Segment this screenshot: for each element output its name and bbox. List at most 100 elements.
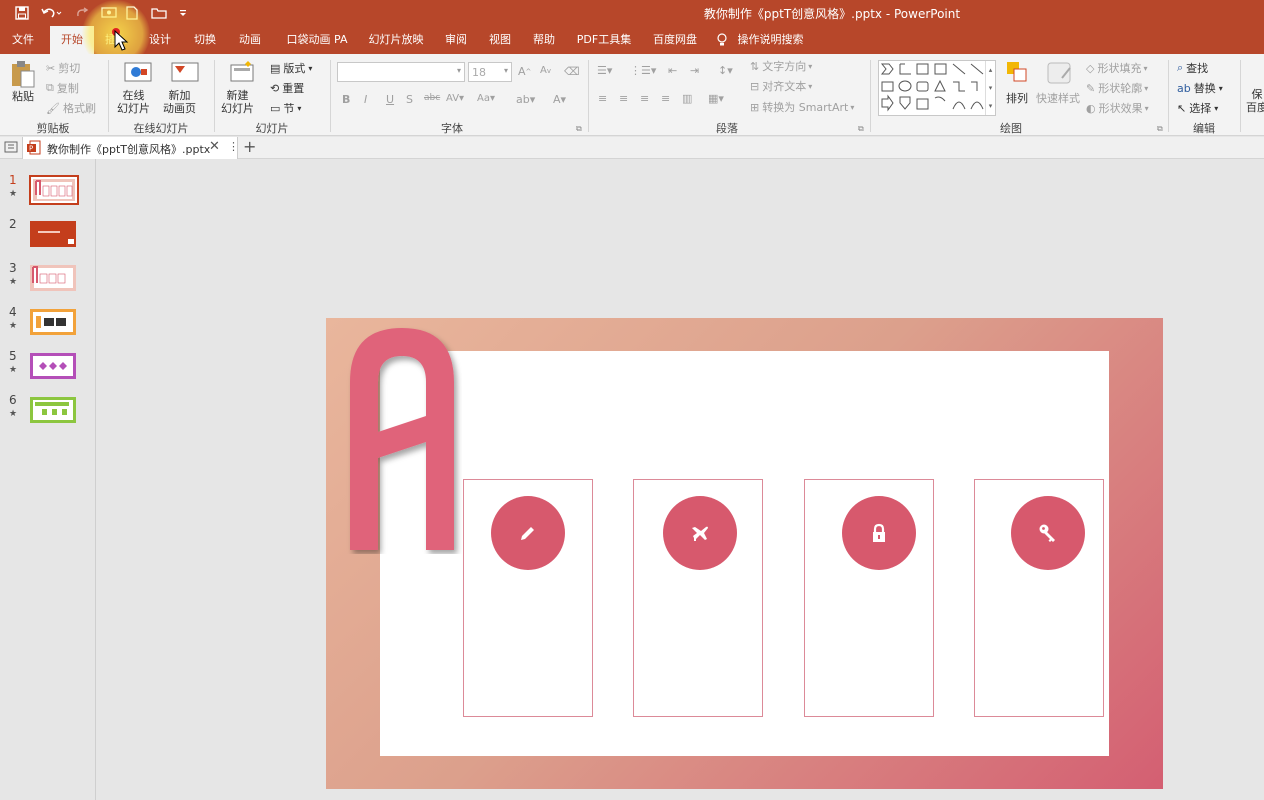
strikethrough-icon[interactable]: abc — [424, 93, 440, 103]
feature-card[interactable] — [633, 479, 763, 717]
justify-icon[interactable]: ≡ — [661, 92, 670, 105]
tab-view[interactable]: 视图 — [480, 26, 520, 54]
quick-styles-button[interactable]: 快速样式 — [1036, 90, 1080, 106]
numbering-icon[interactable]: ⋮☰▾ — [630, 64, 656, 77]
slide-thumbnail-6[interactable] — [30, 397, 76, 423]
new-slide-button[interactable]: 新建 幻灯片 — [221, 89, 254, 115]
tell-me-search[interactable]: 操作说明搜索 — [716, 26, 820, 54]
baidu-save-button[interactable]: 保 百度 — [1246, 88, 1264, 114]
reset-button[interactable]: ⟲ 重置 — [270, 80, 304, 96]
bold-icon[interactable]: B — [342, 93, 350, 106]
font-family-select[interactable]: ▾ — [337, 62, 465, 82]
slide-thumbnails-pane: 1 ★ 2 3 ★ 4 ★ 5 ★ 6 ★ — [0, 159, 96, 800]
quick-styles-icon[interactable] — [1046, 60, 1074, 86]
find-label: 查找 — [1186, 62, 1209, 75]
ribbon-separator — [108, 60, 109, 132]
shapes-gallery[interactable]: ▴ ▾ ▾ — [878, 60, 996, 116]
tab-baidu-netdisk[interactable]: 百度网盘 — [645, 26, 705, 54]
tab-help[interactable]: 帮助 — [524, 26, 564, 54]
change-case-icon[interactable]: Aa▾ — [477, 93, 495, 104]
shape-outline-button[interactable]: ✎ 形状轮廓 ▾ — [1086, 80, 1148, 96]
gallery-scroll-icon[interactable]: ▴ ▾ ▾ — [985, 61, 995, 115]
convert-smartart-button[interactable]: ⊞ 转换为 SmartArt ▾ — [750, 99, 854, 115]
online-slides-icon[interactable] — [124, 60, 152, 86]
slide-thumbnail-4[interactable] — [30, 309, 76, 335]
find-button[interactable]: ⌕ 查找 — [1177, 60, 1208, 76]
shape-outline-label: 形状轮廓 — [1098, 82, 1143, 95]
align-text-button[interactable]: ⊟ 对齐文本 ▾ — [750, 78, 812, 94]
feature-card[interactable] — [463, 479, 593, 717]
tab-animations[interactable]: 动画 — [230, 26, 270, 54]
cut-button[interactable]: ✂ 剪切 — [46, 60, 80, 76]
font-size-select[interactable]: 18 ▾ — [468, 62, 512, 82]
text-direction-button[interactable]: ⇅ 文字方向 ▾ — [750, 58, 812, 74]
slide-thumbnail-5[interactable] — [30, 353, 76, 379]
shadow-icon[interactable]: S — [406, 93, 413, 106]
online-slides-button[interactable]: 在线 幻灯片 — [117, 89, 150, 115]
distribute-icon[interactable]: ▥ — [682, 92, 692, 105]
slide-thumbnail-3[interactable] — [30, 265, 76, 291]
pen-outline-icon: ✎ — [1086, 81, 1096, 95]
tab-pdf-tools[interactable]: PDF工具集 — [572, 26, 636, 54]
italic-icon[interactable]: I — [364, 93, 367, 106]
tab-slideshow[interactable]: 幻灯片放映 — [364, 26, 428, 54]
copy-button[interactable]: ⧉ 复制 — [46, 80, 79, 96]
bullets-icon[interactable]: ☰▾ — [597, 64, 612, 77]
underline-icon[interactable]: U — [386, 93, 394, 106]
close-icon[interactable]: ✕ — [209, 139, 220, 154]
paragraph-dialog-launcher-icon[interactable]: ⧉ — [858, 124, 864, 134]
lock-icon — [873, 523, 885, 542]
powerpoint-file-icon: P — [27, 140, 41, 158]
decrease-font-icon[interactable]: Av — [540, 65, 551, 76]
font-color-icon[interactable]: A▾ — [553, 93, 566, 106]
quick-styles-label: 快速样式 — [1036, 92, 1080, 105]
slide-canvas[interactable] — [326, 318, 1163, 789]
char-spacing-icon[interactable]: AV▾ — [446, 93, 464, 104]
arrange-button[interactable]: 排列 — [1006, 90, 1028, 106]
tab-list-icon[interactable] — [4, 140, 18, 157]
font-dialog-launcher-icon[interactable]: ⧉ — [576, 124, 582, 134]
slide-thumbnail-2[interactable] — [30, 221, 76, 247]
decrease-indent-icon[interactable]: ⇤ — [668, 64, 677, 77]
highlight-icon[interactable]: ab▾ — [516, 93, 535, 106]
columns-icon[interactable]: ▦▾ — [708, 92, 724, 105]
align-left-icon[interactable]: ≡ — [598, 92, 607, 105]
new-animation-page-button[interactable]: 新加 动画页 — [163, 89, 196, 115]
paste-label[interactable]: 粘贴 — [12, 88, 34, 104]
increase-indent-icon[interactable]: ⇥ — [690, 64, 699, 77]
replace-button[interactable]: ab 替换 ▾ — [1177, 80, 1223, 96]
shape-effects-button[interactable]: ◐ 形状效果 ▾ — [1086, 100, 1149, 116]
section-button[interactable]: ▭ 节 ▾ — [270, 100, 301, 116]
paste-button[interactable] — [10, 60, 36, 90]
feature-card[interactable] — [974, 479, 1104, 717]
layout-button[interactable]: ▤ 版式 ▾ — [270, 60, 312, 76]
big-letter-a-shape — [350, 328, 454, 550]
new-slide-icon[interactable] — [228, 60, 256, 86]
ribbon-separator — [1240, 60, 1241, 132]
slide-thumbnail-1[interactable] — [29, 175, 79, 205]
line-spacing-icon[interactable]: ↕▾ — [718, 64, 733, 77]
tab-pocket-animation[interactable]: 口袋动画 PA — [280, 26, 354, 54]
text-direction-label: 文字方向 — [762, 60, 807, 73]
shape-fill-button[interactable]: ◇ 形状填充 ▾ — [1086, 60, 1147, 76]
feature-card[interactable] — [804, 479, 934, 717]
more-options-icon[interactable]: ⋮ — [228, 140, 239, 153]
drawing-dialog-launcher-icon[interactable]: ⧉ — [1157, 124, 1163, 134]
tab-transitions[interactable]: 切换 — [185, 26, 225, 54]
new-tab-icon[interactable]: + — [243, 137, 256, 156]
ribbon-separator — [214, 60, 215, 132]
clear-formatting-icon[interactable]: ⌫ — [564, 65, 580, 78]
document-tab[interactable]: P 教你制作《pptT创意风格》.pptx ✕ ⋮ — [22, 137, 239, 159]
tab-review[interactable]: 审阅 — [436, 26, 476, 54]
lock-circle — [842, 496, 916, 570]
increase-font-icon[interactable]: A ^ — [518, 65, 531, 78]
select-button[interactable]: ↖ 选择 ▾ — [1177, 100, 1218, 116]
align-right-icon[interactable]: ≡ — [640, 92, 649, 105]
arrange-icon[interactable] — [1005, 60, 1029, 86]
new-animation-page-icon[interactable] — [171, 60, 199, 86]
window-title: 教你制作《pptT创意风格》.pptx - PowerPoint — [703, 7, 961, 21]
tab-file[interactable]: 文件 — [0, 26, 46, 54]
align-center-icon[interactable]: ≡ — [619, 92, 628, 105]
shape-fill-label: 形状填充 — [1097, 62, 1142, 75]
format-painter-button[interactable]: 🖌 格式刷 — [46, 100, 96, 116]
